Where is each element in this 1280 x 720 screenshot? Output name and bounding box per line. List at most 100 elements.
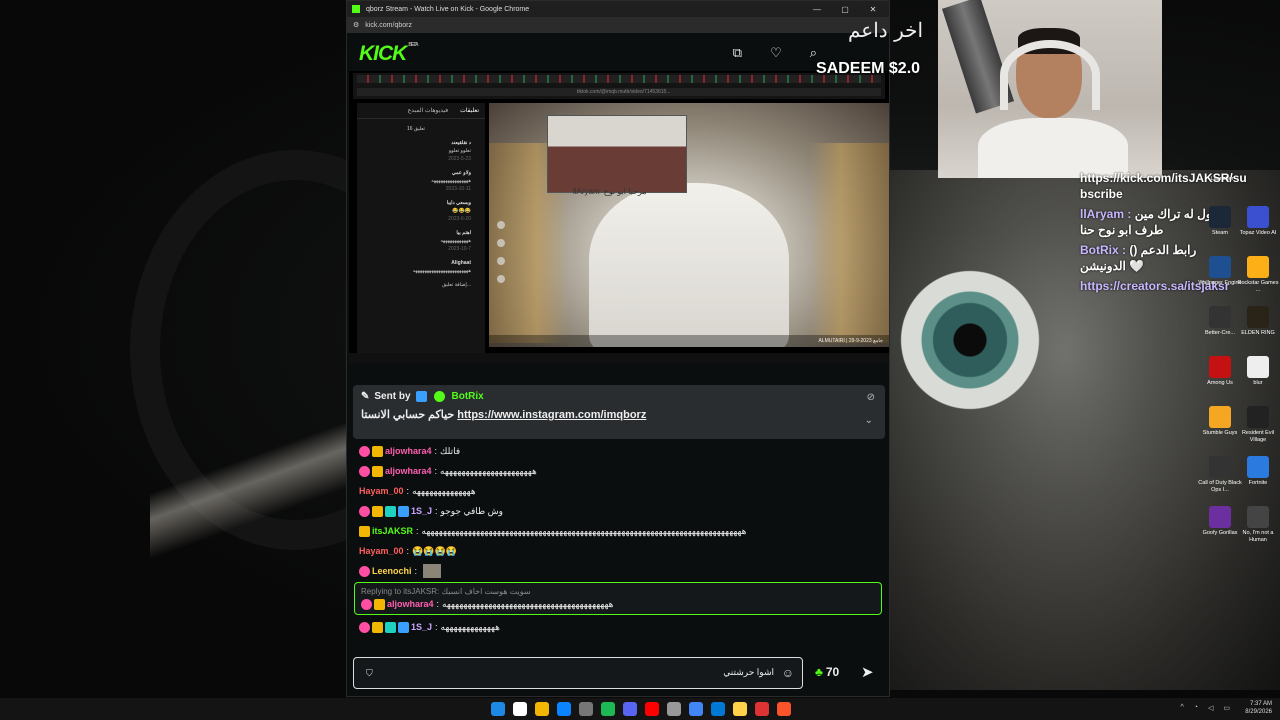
desktop-icon[interactable]: No, I'm not a Human	[1236, 506, 1280, 544]
desktop-icon[interactable]: Fortnite	[1236, 456, 1280, 487]
blue-badge-icon	[398, 505, 409, 517]
clips-icon[interactable]: ⧉	[733, 45, 742, 61]
volume-icon[interactable]: ◁	[1208, 704, 1213, 712]
tt-comment-input: إضافة تعليق...	[442, 282, 471, 288]
minimize-button[interactable]: —	[806, 5, 828, 14]
chat-username[interactable]: aljowhara4	[385, 466, 432, 476]
chat-message[interactable]: 1S_J: وش طافي جوجو	[353, 501, 885, 521]
desktop-icon[interactable]: Launcher	[1200, 176, 1244, 183]
headphones-icon	[1000, 40, 1100, 110]
blue-badge-icon	[398, 621, 409, 633]
pinned-link[interactable]: https://www.instagram.com/imqborz	[457, 409, 646, 421]
taskbar-app-icon[interactable]	[755, 702, 769, 716]
desktop-icon[interactable]: Resident Evil Village	[1236, 406, 1280, 444]
last-donor-title: اخر داعم	[848, 18, 924, 42]
url-text[interactable]: kick.com/qborz	[365, 22, 412, 29]
chat-list: aljowhara4: فاتلك aljowhara4: ههههههههههههه…	[353, 441, 885, 633]
chat-username[interactable]: aljowhara4	[385, 446, 432, 456]
shield-icon: ⛉	[366, 668, 373, 678]
desktop-icon[interactable]: ELDEN RING	[1236, 306, 1280, 337]
chat-input-value[interactable]: اشوا حرشتني	[723, 667, 774, 678]
browser-window: qborz Stream - Watch Live on Kick - Goog…	[346, 0, 890, 697]
chat-message[interactable]: Hayam_00: ههههههههههههههه	[353, 481, 885, 501]
app-icon	[1209, 506, 1231, 528]
title-bar[interactable]: qborz Stream - Watch Live on Kick - Goog…	[347, 1, 889, 17]
address-bar[interactable]: ⚙ kick.com/qborz	[347, 17, 889, 33]
taskbar-app-icon[interactable]	[513, 702, 527, 716]
search-icon[interactable]: ⌕	[810, 45, 817, 61]
chat-message[interactable]: itsJAKSR: ههههههههههههههههههههههههههههههه…	[353, 521, 885, 541]
channel-points[interactable]: ♣ 70	[815, 665, 839, 679]
chat-message[interactable]: Hayam_00: 😭😭😭😭	[353, 541, 885, 561]
bot-badge-icon	[415, 391, 427, 402]
taskbar-app-icon[interactable]	[645, 702, 659, 716]
desktop-icon[interactable]: blur	[1236, 356, 1280, 387]
chat-text: هههههههههههههههههههههههههههههههههههههههه…	[442, 598, 614, 609]
taskbar-app-icon[interactable]	[557, 702, 571, 716]
clock[interactable]: 7:37 AM 8/29/2026	[1245, 700, 1272, 716]
badge-icon	[374, 598, 385, 610]
tiktok-video-player: llAryam مرحبا ابو نوح ALMUTAIRI | جامع 20…	[489, 103, 889, 347]
chat-message[interactable]: aljowhara4: هههههههههههههههههههههههههههه…	[355, 596, 881, 612]
chat-username[interactable]: 1S_J	[411, 622, 432, 632]
taskbar-app-icon[interactable]	[667, 702, 681, 716]
chat-message[interactable]: Leenochi:	[353, 561, 885, 581]
chat-input[interactable]: ⛉ اشوا حرشتني ☺	[353, 657, 803, 689]
chat-text: ههههههههههههههههههههههه	[440, 465, 537, 476]
chat-username[interactable]: Hayam_00	[359, 486, 404, 496]
app-icon	[1247, 356, 1269, 378]
taskbar-app-icon[interactable]	[491, 702, 505, 716]
desktop-icon[interactable]: Topaz Video AI	[1236, 206, 1280, 237]
chat-text: ههههههههههههههه	[412, 485, 476, 496]
chat-text: هههههههههههههههههههههههههههههههههههههههه…	[421, 525, 747, 536]
chevron-up-icon[interactable]: ^	[1180, 704, 1183, 712]
app-icon	[1209, 306, 1231, 328]
chat-username[interactable]: Leenochi	[372, 566, 412, 576]
app-icon	[1209, 356, 1231, 378]
desktop-icon-label: Launcher	[1210, 176, 1234, 182]
chevron-down-icon[interactable]: ⌄	[865, 415, 873, 426]
pinned-bot-name[interactable]: BotRix	[452, 391, 484, 402]
emoji-icon[interactable]: ☺	[782, 666, 794, 680]
video-inset	[547, 115, 687, 193]
chat-message[interactable]: 1S_J: هههههههههههههه	[353, 617, 885, 637]
battery-icon[interactable]: ▭	[1223, 704, 1230, 712]
tt-comment: وبسعي دايبا 😂😂😂 2023-6-20	[446, 200, 471, 222]
pink-badge-icon	[359, 445, 370, 457]
chat-username[interactable]: Hayam_00	[359, 546, 404, 556]
pink-badge-icon	[359, 465, 370, 477]
video-person	[589, 183, 789, 347]
desktop-icon-label: Topaz Video AI	[1239, 230, 1277, 236]
chat-image[interactable]	[423, 564, 442, 578]
wifi-icon[interactable]: ◔	[1194, 704, 1198, 712]
close-button[interactable]: ✕	[862, 5, 884, 14]
kick-logo[interactable]: KICK BETA	[359, 42, 419, 66]
stream-video[interactable]: tiktok.com/@imqb.mutb/video/71453615... …	[349, 71, 889, 363]
send-button[interactable]: ➤	[861, 663, 874, 681]
unpin-icon[interactable]: ⊘	[867, 392, 875, 403]
maximize-button[interactable]: ▢	[834, 5, 856, 14]
gold-badge-icon	[372, 505, 383, 517]
teal-badge-icon	[385, 621, 396, 633]
taskbar-app-icon[interactable]	[601, 702, 615, 716]
taskbar-app-icon[interactable]	[777, 702, 791, 716]
chat-username[interactable]: itsJAKSR	[372, 526, 413, 536]
app-icon	[1247, 206, 1269, 228]
desktop-icon[interactable]: Rockstar Games ...	[1236, 256, 1280, 294]
taskbar-app-icon[interactable]	[733, 702, 747, 716]
chat-message[interactable]: aljowhara4: فاتلك	[353, 441, 885, 461]
desktop-icon-label: Resident Evil Village	[1241, 430, 1275, 443]
follow-heart-icon[interactable]: ♡	[770, 45, 782, 61]
chat-username[interactable]: aljowhara4	[387, 599, 434, 609]
pinned-sent-by: Sent by	[374, 391, 411, 402]
chat-username[interactable]: 1S_J	[411, 506, 432, 516]
site-settings-icon[interactable]: ⚙	[353, 21, 359, 29]
chat-message[interactable]: aljowhara4: ههههههههههههههههههههههه	[353, 461, 885, 481]
taskbar-app-icon[interactable]	[579, 702, 593, 716]
taskbar-app-icon[interactable]	[711, 702, 725, 716]
taskbar-app-icon[interactable]	[535, 702, 549, 716]
desktop-icon-label: blur	[1253, 380, 1263, 386]
taskbar-app-icon[interactable]	[689, 702, 703, 716]
tt-comment: Alighaat ههههههههههههههههههههههههه	[412, 260, 471, 274]
taskbar-app-icon[interactable]	[623, 702, 637, 716]
